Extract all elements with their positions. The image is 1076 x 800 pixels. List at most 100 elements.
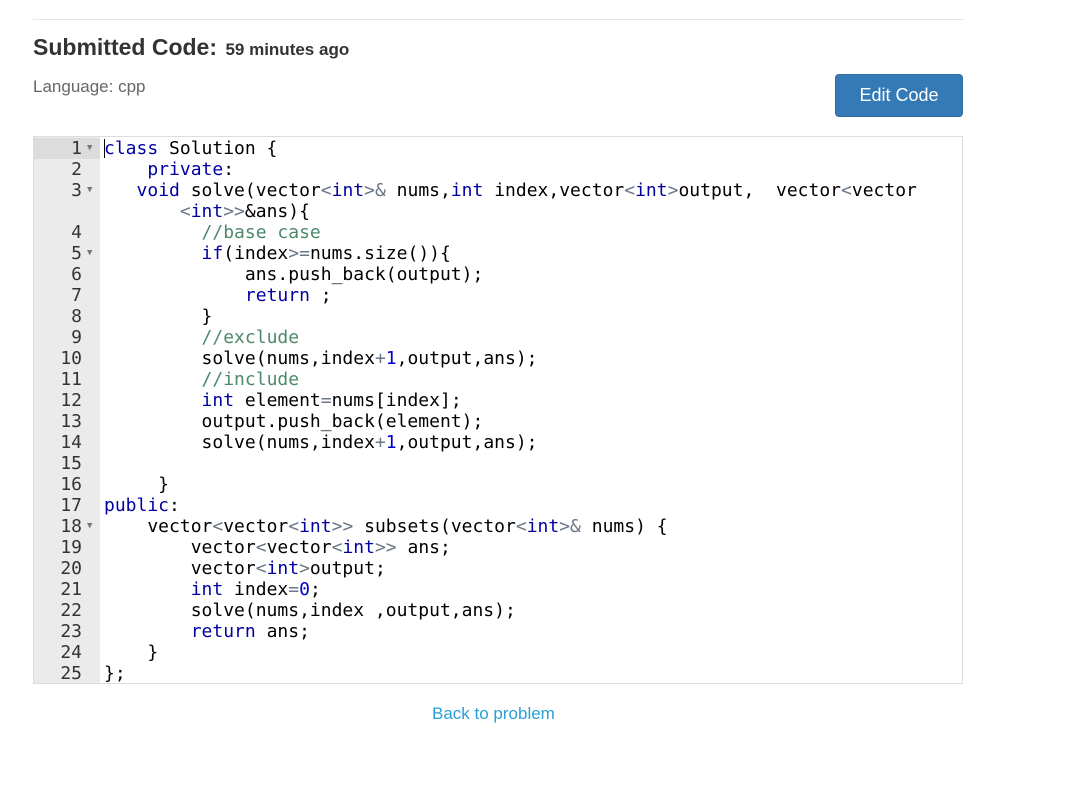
code-token: +: [374, 432, 386, 453]
code-token: (index: [223, 243, 289, 264]
fold-toggle-icon[interactable]: ▼: [87, 243, 92, 264]
code-token: int: [450, 180, 484, 201]
code-token: int: [635, 180, 668, 201]
fold-toggle-icon[interactable]: ▼: [87, 138, 92, 159]
code-token: >>: [374, 537, 397, 558]
code-token: 0: [299, 579, 310, 600]
code-text: ans.push_back(output);: [104, 264, 483, 285]
code-line: 3 ▼ void solve(vector<int>& nums,int inde…: [34, 180, 962, 222]
code-token: ,output,ans);: [396, 432, 538, 453]
fold-toggle-icon[interactable]: ▼: [87, 516, 92, 537]
code-text: solve(nums,index+1,output,ans);: [104, 432, 538, 453]
code-text: }: [104, 474, 169, 495]
code-token: output, vector: [678, 180, 842, 201]
code-line: 8 }: [34, 306, 962, 327]
code-token: //exclude: [201, 327, 300, 348]
line-number: 15: [60, 453, 82, 474]
code-line: 23 return ans;: [34, 621, 962, 642]
fold-toggle-icon[interactable]: ▼: [87, 180, 92, 201]
line-number: 24: [60, 642, 82, 663]
code-token: int: [526, 516, 560, 537]
code-text: solve(nums,index ,output,ans);: [104, 600, 516, 621]
code-editor[interactable]: 1 ▼ class Solution {2 private: 3 ▼ void solv…: [33, 136, 963, 684]
code-token: >=: [288, 243, 310, 264]
code-line: 6 ans.push_back(output);: [34, 264, 962, 285]
code-token: :: [169, 495, 180, 516]
code-token: <: [179, 201, 191, 222]
code-text: //exclude: [104, 327, 300, 348]
back-to-problem-link[interactable]: Back to problem: [432, 704, 555, 724]
code-token: <: [331, 537, 343, 558]
line-number: 14: [60, 432, 82, 453]
code-token: }: [104, 306, 213, 327]
line-number: 22: [60, 600, 82, 621]
code-text: public:: [104, 495, 180, 516]
code-text: if(index>=nums.size()){: [104, 243, 451, 264]
code-token: ans.push_back(output);: [104, 264, 484, 285]
code-text: return ;: [104, 285, 332, 306]
code-token: int: [190, 201, 224, 222]
code-token: int: [342, 537, 375, 558]
code-token: :: [223, 159, 235, 180]
line-number: 13: [60, 411, 82, 432]
code-line: 11 //include: [34, 369, 962, 390]
code-line: 16 }: [34, 474, 962, 495]
code-token: return: [190, 621, 256, 642]
code-line: 5 ▼ if(index>=nums.size()){: [34, 243, 962, 264]
code-token: void: [136, 180, 180, 201]
code-text: //base case: [104, 222, 321, 243]
code-token: =: [288, 579, 300, 600]
code-token: <: [212, 516, 224, 537]
code-token: 1: [385, 432, 397, 453]
code-token: index,vector: [483, 180, 625, 201]
code-line: 10 solve(nums,index+1,output,ans);: [34, 348, 962, 369]
code-text: //include: [104, 369, 300, 390]
code-line: 24 }: [34, 642, 962, 663]
code-token: int: [201, 390, 235, 411]
line-number: 18: [60, 516, 82, 537]
code-token: solve(nums,index: [104, 432, 375, 453]
code-token: };: [104, 663, 126, 684]
code-token: vector: [223, 516, 289, 537]
edit-code-button[interactable]: Edit Code: [835, 74, 963, 117]
line-number: 3: [71, 180, 82, 201]
code-line: 9 //exclude: [34, 327, 962, 348]
code-token: ;: [309, 579, 321, 600]
code-line: 25};: [34, 663, 962, 684]
language-label: Language: cpp: [33, 77, 146, 96]
code-token: vector: [104, 558, 256, 579]
line-number: 11: [60, 369, 82, 390]
code-line: 4 //base case: [34, 222, 962, 243]
code-text: int index=0;: [104, 579, 321, 600]
code-token: index: [223, 579, 289, 600]
code-token: element: [234, 390, 321, 411]
code-text: vector<int>output;: [104, 558, 386, 579]
code-token: <: [624, 180, 636, 201]
line-number: 4: [71, 222, 82, 243]
code-line: 15: [34, 453, 962, 474]
code-text: }: [104, 642, 158, 663]
line-number: 1: [71, 138, 82, 159]
code-token: >: [299, 558, 310, 579]
code-token: public: [104, 495, 170, 516]
code-token: 1: [385, 348, 397, 369]
code-token: <: [255, 537, 267, 558]
page-title: Submitted Code: 59 minutes ago: [33, 34, 349, 61]
code-token: nums.size()){: [309, 243, 451, 264]
code-text: int element=nums[index];: [104, 390, 462, 411]
line-number: 25: [60, 663, 82, 684]
code-line: 2 private:: [34, 159, 962, 180]
line-number: 6: [71, 264, 82, 285]
code-text: };: [104, 663, 126, 684]
line-number: 8: [71, 306, 82, 327]
code-token: ans;: [255, 621, 310, 642]
code-token: class: [104, 138, 159, 159]
code-token: output.push_back(element);: [104, 411, 484, 432]
submitted-code-label: Submitted Code:: [33, 34, 217, 60]
code-token: ,output,ans);: [396, 348, 538, 369]
